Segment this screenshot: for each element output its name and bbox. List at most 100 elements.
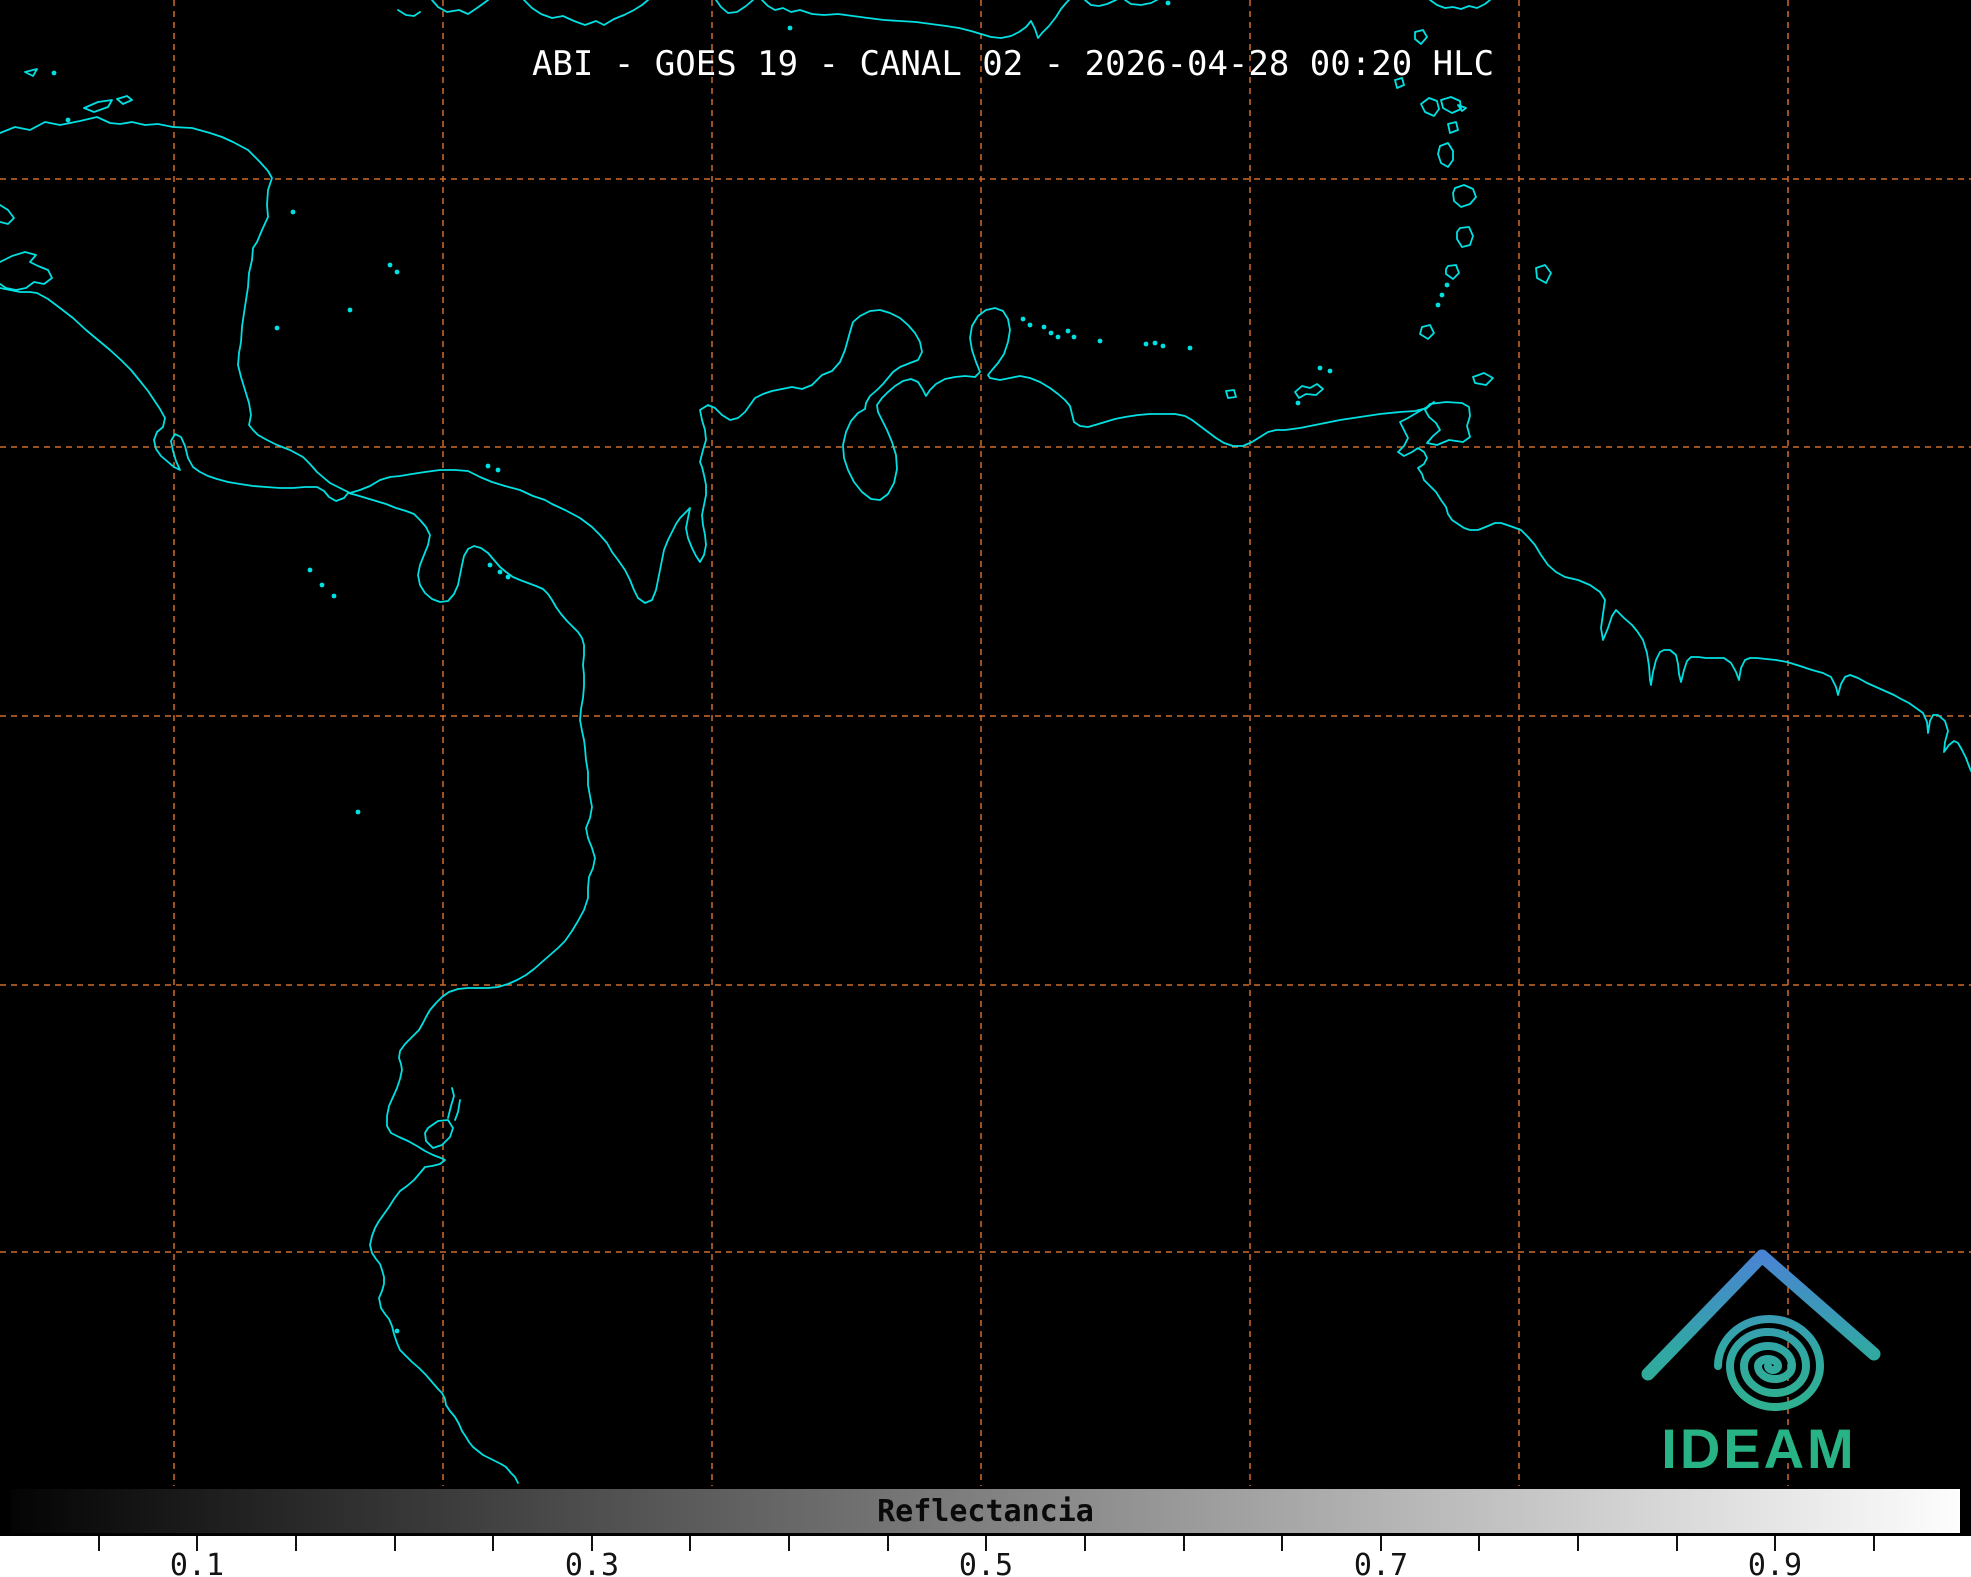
island-dot xyxy=(388,263,393,268)
colorbar-tick-label: 0.3 xyxy=(565,1548,619,1577)
grenada xyxy=(1420,325,1434,339)
fonseca-gulf xyxy=(0,205,14,224)
caribbean-central-america-venezuela-coast xyxy=(0,117,1971,771)
island-dot xyxy=(1166,1,1171,6)
island-dot xyxy=(1318,366,1323,371)
colorbar-tick xyxy=(492,1536,494,1551)
image-title: ABI - GOES 19 - CANAL 02 - 2026-04-28 00… xyxy=(532,44,1494,84)
grid-lines xyxy=(0,0,1971,1486)
small-island-dots xyxy=(52,1,1450,1334)
cayman-sliver xyxy=(398,10,420,16)
colorbar-tick xyxy=(1873,1536,1875,1551)
island-dot xyxy=(1445,283,1450,288)
island-dot xyxy=(1296,401,1301,406)
island-dot xyxy=(488,563,493,568)
marie-galante xyxy=(1448,122,1458,133)
satellite-map: IDEAM xyxy=(0,0,1971,1486)
island-dot xyxy=(1056,335,1061,340)
colorbar-tick xyxy=(1281,1536,1283,1551)
colorbar-tick xyxy=(1478,1536,1480,1551)
colorbar-tick-label: 0.5 xyxy=(959,1548,1013,1577)
island-dot xyxy=(496,468,501,473)
island-dot xyxy=(1188,346,1193,351)
island-dot xyxy=(52,71,57,76)
island-dot xyxy=(275,326,280,331)
guayas-estuary-west xyxy=(448,1088,454,1118)
tobago xyxy=(1473,373,1493,385)
island-dot xyxy=(1153,341,1158,346)
island-dot xyxy=(1072,335,1077,340)
island-dot xyxy=(348,308,353,313)
la-tortuga xyxy=(1226,390,1236,398)
ideam-logo-text: IDEAM xyxy=(1661,1417,1856,1480)
leeward-island xyxy=(1415,30,1427,44)
bay-island xyxy=(25,69,37,76)
island-dot xyxy=(1042,325,1047,330)
trinidad xyxy=(1425,402,1470,445)
st-lucia xyxy=(1457,227,1473,247)
island-dot xyxy=(1144,342,1149,347)
hispaniola-southeast-coast xyxy=(1085,0,1116,6)
st-vincent xyxy=(1446,265,1459,279)
colorbar-label: Reflectancia xyxy=(877,1494,1094,1529)
colorbar-axis: 0.1 0.3 0.5 0.7 0.9 xyxy=(0,1536,1971,1577)
island-dot xyxy=(308,568,313,573)
colorbar-tick xyxy=(1676,1536,1678,1551)
island-dot xyxy=(356,810,361,815)
hispaniola-south-coast xyxy=(762,0,1069,38)
island-dot xyxy=(1049,331,1054,336)
island-dot xyxy=(291,210,296,215)
pacific-south-america-coast xyxy=(0,288,595,1483)
colorbar-tick xyxy=(98,1536,100,1551)
jamaica-south-coast xyxy=(524,0,648,25)
island-dot xyxy=(486,464,491,469)
island-dot xyxy=(332,594,337,599)
ideam-mountain-icon xyxy=(1648,1256,1874,1374)
colorbar-tick xyxy=(788,1536,790,1551)
dominica xyxy=(1438,143,1453,167)
mona-passage-coast xyxy=(1125,0,1157,5)
martinique xyxy=(1453,185,1476,207)
margarita xyxy=(1295,384,1323,398)
island-dot xyxy=(1066,329,1071,334)
island-dot xyxy=(1440,293,1445,298)
honduras-lagoon-2 xyxy=(117,96,132,104)
colorbar-tick-label: 0.9 xyxy=(1748,1548,1802,1577)
island-dot xyxy=(1436,303,1441,308)
colorbar-gradient: Reflectancia xyxy=(8,1486,1963,1536)
goes19-satellite-image-viewer: IDEAM ABI - GOES 19 - CANAL 02 - 2026-04… xyxy=(0,0,1971,1577)
island-dot xyxy=(1161,344,1166,349)
island-dot xyxy=(1328,369,1333,374)
ideam-spiral-icon xyxy=(1718,1319,1820,1407)
guadeloupe-west xyxy=(1421,98,1439,116)
coastline-layer xyxy=(0,0,1971,1483)
colorbar-tick xyxy=(887,1536,889,1551)
colorbar-tick xyxy=(1577,1536,1579,1551)
guayas-estuary-east xyxy=(455,1100,460,1120)
island-dot xyxy=(395,1329,400,1334)
island-dot xyxy=(1098,339,1103,344)
colorbar-tick-label: 0.7 xyxy=(1354,1548,1408,1577)
colorbar-tick xyxy=(394,1536,396,1551)
ideam-logo: IDEAM xyxy=(1648,1256,1874,1480)
colorbar-tick xyxy=(689,1536,691,1551)
island-dot xyxy=(506,575,511,580)
barbados xyxy=(1536,265,1551,283)
island-dot xyxy=(1021,317,1026,322)
island-dot xyxy=(320,583,325,588)
puna-island xyxy=(425,1120,453,1148)
island-dot xyxy=(395,270,400,275)
honduras-lagoon-1 xyxy=(84,100,112,112)
puerto-rico-south-coast xyxy=(1430,0,1490,9)
colorbar-tick xyxy=(1183,1536,1185,1551)
island-dot xyxy=(1028,323,1033,328)
colorbar-tick-label: 0.1 xyxy=(170,1548,224,1577)
nicaragua-lakes xyxy=(0,252,52,290)
island-dot xyxy=(498,570,503,575)
cuba-south-coast xyxy=(432,0,488,14)
island-dot xyxy=(66,118,71,123)
hispaniola-southwest-coast xyxy=(716,0,753,13)
colorbar-tick xyxy=(295,1536,297,1551)
island-dot xyxy=(788,26,793,31)
colorbar-tick xyxy=(1084,1536,1086,1551)
